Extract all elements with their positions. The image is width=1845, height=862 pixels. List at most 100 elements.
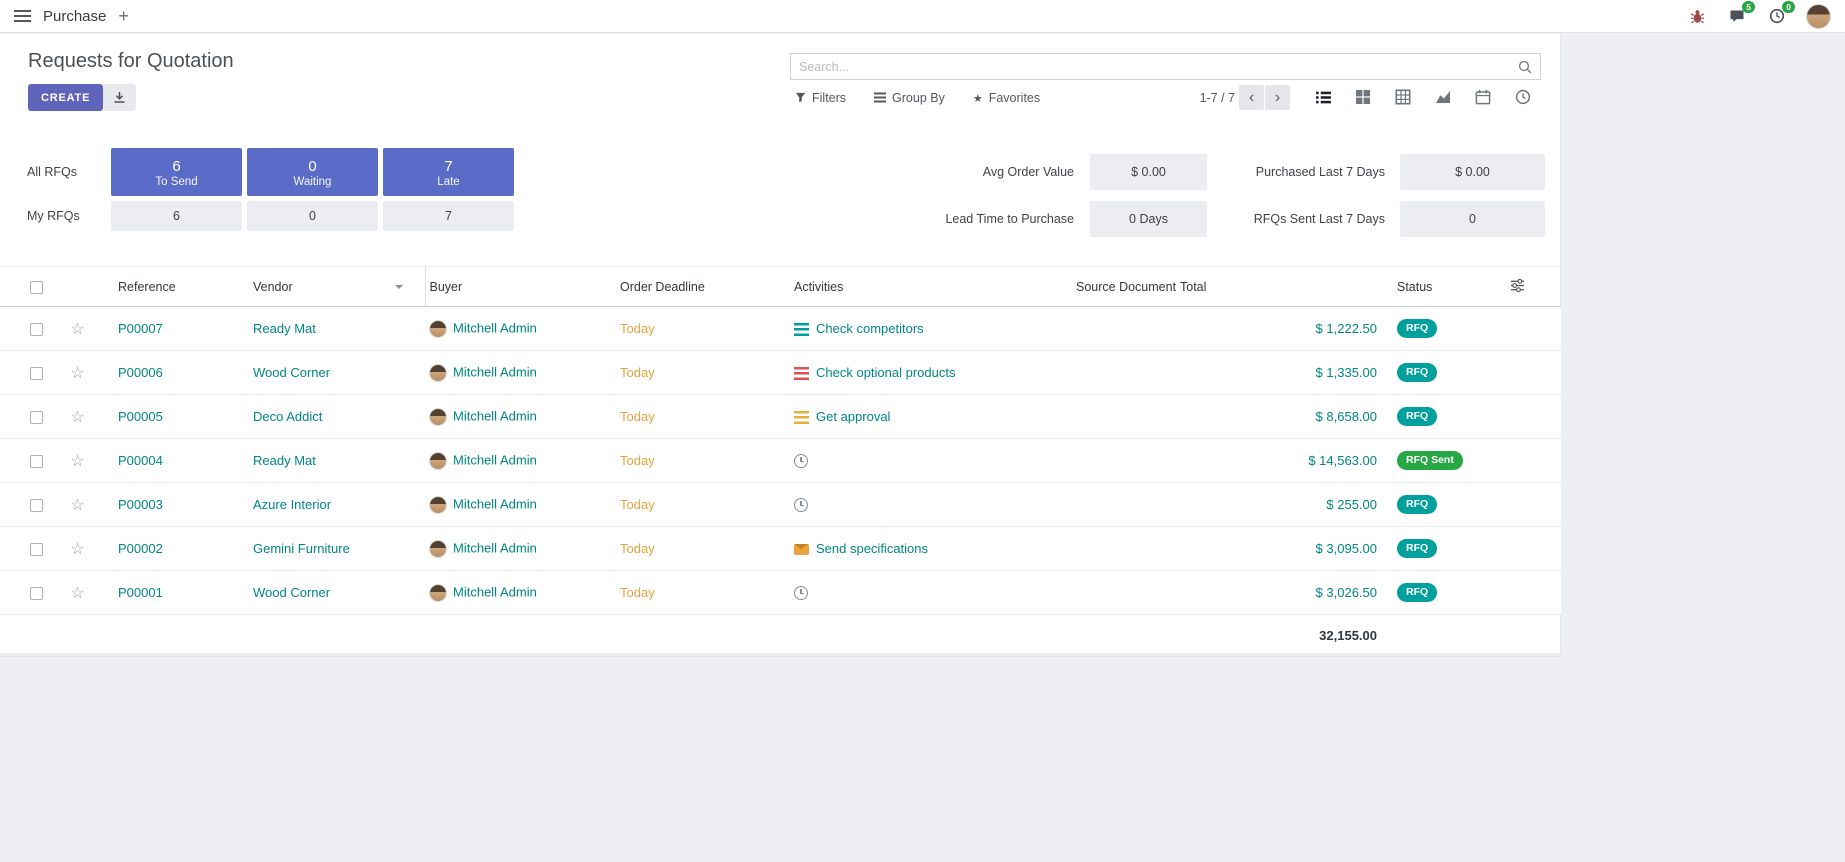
table-row[interactable]: P00006 Wood Corner Mitchell Admin Today … <box>0 351 1561 395</box>
activity-type-icon[interactable] <box>794 454 808 468</box>
table-row[interactable]: P00004 Ready Mat Mitchell Admin Today $ … <box>0 439 1561 483</box>
reference-link[interactable]: P00003 <box>118 497 163 512</box>
all-rfqs-filter[interactable]: All RFQs <box>27 148 77 196</box>
tile-waiting[interactable]: 0 Waiting <box>247 148 378 196</box>
column-header-buyer[interactable]: Buyer <box>425 267 616 307</box>
pager-range[interactable]: 1-7 / 7 <box>1150 84 1235 111</box>
debug-bug-icon[interactable] <box>1686 5 1708 27</box>
favorite-star-icon[interactable] <box>70 409 84 426</box>
reference-link[interactable]: P00002 <box>118 541 163 556</box>
list-view-icon[interactable] <box>1310 84 1336 110</box>
vendor-link[interactable]: Wood Corner <box>253 365 330 380</box>
row-checkbox[interactable] <box>30 499 43 512</box>
table-row[interactable]: P00001 Wood Corner Mitchell Admin Today … <box>0 571 1561 615</box>
favorite-star-icon[interactable] <box>70 321 84 338</box>
user-avatar[interactable] <box>1806 4 1831 29</box>
vendor-link[interactable]: Deco Addict <box>253 409 322 424</box>
filters-button[interactable]: Filters <box>795 91 846 105</box>
column-header-total[interactable]: Total <box>1180 267 1381 307</box>
calendar-view-icon[interactable] <box>1470 84 1496 110</box>
reference-link[interactable]: P00004 <box>118 453 163 468</box>
reference-link[interactable]: P00001 <box>118 585 163 600</box>
buyer-link[interactable]: Mitchell Admin <box>453 540 537 555</box>
pager-previous-button[interactable] <box>1239 85 1264 110</box>
activity-type-icon[interactable] <box>794 586 808 600</box>
reference-link[interactable]: P00005 <box>118 409 163 424</box>
favorite-star-icon[interactable] <box>70 585 84 602</box>
buyer-link[interactable]: Mitchell Admin <box>453 584 537 599</box>
activity-type-icon[interactable] <box>794 498 808 512</box>
create-button[interactable]: CREATE <box>28 84 103 111</box>
my-tile-waiting[interactable]: 0 <box>247 201 378 231</box>
tile-label: Waiting <box>294 176 332 188</box>
favorites-button[interactable]: Favorites <box>973 91 1040 105</box>
activity-link[interactable]: Send specifications <box>816 541 928 556</box>
pivot-view-icon[interactable] <box>1390 84 1416 110</box>
my-tile-to-send[interactable]: 6 <box>111 201 242 231</box>
graph-view-icon[interactable] <box>1430 84 1456 110</box>
activity-type-icon[interactable] <box>794 411 809 424</box>
buyer-avatar <box>429 584 447 602</box>
activity-view-icon[interactable] <box>1510 84 1536 110</box>
row-checkbox[interactable] <box>30 455 43 468</box>
favorite-star-icon[interactable] <box>70 497 84 514</box>
vendor-link[interactable]: Wood Corner <box>253 585 330 600</box>
table-row[interactable]: P00007 Ready Mat Mitchell Admin Today Ch… <box>0 307 1561 351</box>
activity-type-icon[interactable] <box>794 544 809 555</box>
table-row[interactable]: P00005 Deco Addict Mitchell Admin Today … <box>0 395 1561 439</box>
kanban-view-icon[interactable] <box>1350 84 1376 110</box>
favorite-star-icon[interactable] <box>70 365 84 382</box>
buyer-link[interactable]: Mitchell Admin <box>453 496 537 511</box>
column-header-activities[interactable]: Activities <box>790 267 1072 307</box>
table-header-row: Reference Vendor Buyer Order Deadline Ac… <box>0 267 1561 307</box>
row-total: $ 3,095.00 <box>1316 541 1377 556</box>
buyer-link[interactable]: Mitchell Admin <box>453 408 537 423</box>
favorite-star-icon[interactable] <box>70 453 84 470</box>
column-header-order-deadline[interactable]: Order Deadline <box>616 267 790 307</box>
activity-link[interactable]: Check optional products <box>816 365 955 380</box>
app-name[interactable]: Purchase <box>43 8 106 25</box>
select-all-checkbox[interactable] <box>30 281 43 294</box>
my-rfqs-filter[interactable]: My RFQs <box>27 201 80 231</box>
column-header-status[interactable]: Status <box>1381 267 1510 307</box>
row-checkbox[interactable] <box>30 587 43 600</box>
apps-menu-icon[interactable] <box>14 10 31 23</box>
reference-link[interactable]: P00006 <box>118 365 163 380</box>
reference-link[interactable]: P00007 <box>118 321 163 336</box>
favorite-star-icon[interactable] <box>70 541 84 558</box>
row-checkbox[interactable] <box>30 367 43 380</box>
pager-next-button[interactable] <box>1265 85 1290 110</box>
row-checkbox[interactable] <box>30 323 43 336</box>
tile-label: Late <box>437 176 459 188</box>
activity-type-icon[interactable] <box>794 367 809 380</box>
activity-type-icon[interactable] <box>794 323 809 336</box>
tile-to-send[interactable]: 6 To Send <box>111 148 242 196</box>
column-header-reference[interactable]: Reference <box>95 267 249 307</box>
buyer-link[interactable]: Mitchell Admin <box>453 364 537 379</box>
row-checkbox[interactable] <box>30 411 43 424</box>
column-header-vendor[interactable]: Vendor <box>249 267 425 307</box>
my-tile-late[interactable]: 7 <box>383 201 514 231</box>
rfq-tiles: 6 To Send 0 Waiting 7 Late <box>111 148 514 196</box>
search-input[interactable] <box>791 54 1518 79</box>
buyer-avatar <box>429 452 447 470</box>
export-download-button[interactable] <box>103 84 136 111</box>
buyer-link[interactable]: Mitchell Admin <box>453 452 537 467</box>
vendor-link[interactable]: Gemini Furniture <box>253 541 350 556</box>
activity-link[interactable]: Get approval <box>816 409 890 424</box>
table-row[interactable]: P00002 Gemini Furniture Mitchell Admin T… <box>0 527 1561 571</box>
table-row[interactable]: P00003 Azure Interior Mitchell Admin Tod… <box>0 483 1561 527</box>
group-by-button[interactable]: Group By <box>874 91 945 105</box>
vendor-link[interactable]: Azure Interior <box>253 497 331 512</box>
optional-columns-button[interactable] <box>1510 267 1561 307</box>
activities-clock-icon[interactable]: 0 <box>1766 5 1788 27</box>
row-checkbox[interactable] <box>30 543 43 556</box>
new-tab-button[interactable]: + <box>118 7 129 25</box>
buyer-link[interactable]: Mitchell Admin <box>453 320 537 335</box>
tile-late[interactable]: 7 Late <box>383 148 514 196</box>
activity-link[interactable]: Check competitors <box>816 321 924 336</box>
vendor-link[interactable]: Ready Mat <box>253 321 316 336</box>
column-header-source-document[interactable]: Source Document <box>1072 267 1180 307</box>
vendor-link[interactable]: Ready Mat <box>253 453 316 468</box>
messages-icon[interactable]: 5 <box>1726 5 1748 27</box>
